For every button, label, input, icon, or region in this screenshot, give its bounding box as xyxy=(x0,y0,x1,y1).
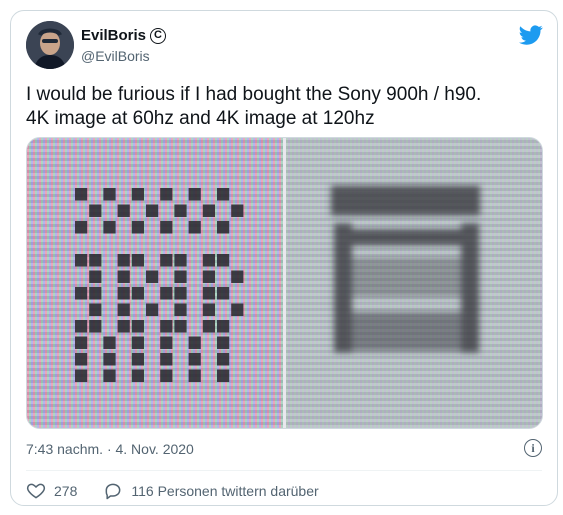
pattern-cell xyxy=(89,254,102,267)
60hz-pixel-pattern xyxy=(75,188,244,382)
pattern-cell xyxy=(160,254,173,267)
pattern-cell xyxy=(231,303,244,316)
pattern-cell xyxy=(231,204,244,217)
pattern-cell xyxy=(75,221,88,234)
pattern-cell xyxy=(160,287,173,300)
pattern-cell xyxy=(131,254,144,267)
pattern-cell xyxy=(217,254,230,267)
pattern-cell xyxy=(202,320,215,333)
pattern-cell xyxy=(217,287,230,300)
pattern-cell xyxy=(103,336,116,349)
tweet-text: I would be furious if I had bought the S… xyxy=(26,83,546,131)
info-icon[interactable]: i xyxy=(524,439,542,457)
pattern-cell xyxy=(146,270,159,283)
pattern-cell xyxy=(188,336,201,349)
twitter-bird-icon[interactable] xyxy=(519,23,543,47)
pattern-cell xyxy=(174,287,187,300)
pattern-cell xyxy=(75,353,88,366)
pattern-cell xyxy=(75,336,88,349)
copyright-icon: C xyxy=(150,27,167,44)
pattern-cell xyxy=(217,336,230,349)
avatar-image xyxy=(26,21,74,69)
pattern-cell xyxy=(160,353,173,366)
divider xyxy=(26,470,542,471)
like-button[interactable]: 278 xyxy=(26,481,77,501)
pattern-cell xyxy=(146,204,159,217)
tweet-timestamp[interactable]: 7:43 nachm. · 4. Nov. 2020 xyxy=(26,441,194,457)
pattern-cell xyxy=(160,369,173,382)
pattern-cell xyxy=(103,369,116,382)
pattern-cell xyxy=(174,320,187,333)
pattern-cell xyxy=(131,287,144,300)
pattern-cell xyxy=(217,369,230,382)
pattern-cell xyxy=(146,303,159,316)
pattern-cell xyxy=(117,270,130,283)
tweet-text-line: I would be furious if I had bought the S… xyxy=(26,84,482,105)
pattern-cell xyxy=(131,221,144,234)
pattern-cell xyxy=(117,303,130,316)
pattern-cell xyxy=(202,270,215,283)
pattern-cell xyxy=(160,188,173,201)
pattern-cell xyxy=(217,320,230,333)
heart-icon xyxy=(26,483,46,499)
pattern-cell xyxy=(117,320,130,333)
pattern-cell xyxy=(217,353,230,366)
pattern-cell xyxy=(188,188,201,201)
pattern-cell xyxy=(89,320,102,333)
pattern-cell xyxy=(188,353,201,366)
pattern-cell xyxy=(89,204,102,217)
pattern-cell xyxy=(131,353,144,366)
pattern-cell xyxy=(117,204,130,217)
pattern-cell xyxy=(202,303,215,316)
pattern-cell xyxy=(188,369,201,382)
pattern-cell xyxy=(117,287,130,300)
pattern-cell xyxy=(75,254,88,267)
pattern-cell xyxy=(202,287,215,300)
pattern-cell xyxy=(75,369,88,382)
author-name[interactable]: EvilBoris xyxy=(81,27,146,44)
retweet-count-label: 116 Personen twittern darüber xyxy=(131,483,319,499)
pattern-cell xyxy=(174,270,187,283)
pattern-cell xyxy=(160,221,173,234)
media-60hz-photo xyxy=(27,138,283,428)
pattern-cell xyxy=(174,254,187,267)
pattern-cell xyxy=(202,204,215,217)
pattern-cell xyxy=(103,188,116,201)
pattern-cell xyxy=(117,254,130,267)
pattern-cell xyxy=(75,188,88,201)
tweet-actions: 278 116 Personen twittern darüber xyxy=(26,481,345,501)
pattern-cell xyxy=(131,320,144,333)
pattern-cell xyxy=(160,320,173,333)
pattern-cell xyxy=(131,188,144,201)
pattern-cell xyxy=(131,369,144,382)
tweet-card[interactable]: EvilBoris C @EvilBoris I would be furiou… xyxy=(10,10,558,506)
comment-icon xyxy=(105,483,121,500)
author-handle[interactable]: @EvilBoris xyxy=(81,48,150,64)
pattern-cell xyxy=(217,188,230,201)
pattern-cell xyxy=(103,221,116,234)
pattern-cell xyxy=(131,336,144,349)
pattern-cell xyxy=(160,336,173,349)
pattern-cell xyxy=(174,204,187,217)
like-count: 278 xyxy=(54,483,78,499)
avatar[interactable] xyxy=(26,21,74,69)
tweet-media[interactable] xyxy=(26,137,543,429)
media-120hz-photo xyxy=(286,138,542,428)
pattern-cell xyxy=(231,270,244,283)
pattern-cell xyxy=(75,287,88,300)
pattern-cell xyxy=(75,320,88,333)
120hz-blurred-pattern xyxy=(331,185,481,353)
pattern-cell xyxy=(103,353,116,366)
pattern-cell xyxy=(217,221,230,234)
retweet-info-button[interactable]: 116 Personen twittern darüber xyxy=(103,481,319,501)
pattern-cell xyxy=(174,303,187,316)
tweet-text-line: 4K image at 60hz and 4K image at 120hz xyxy=(26,108,375,129)
pattern-cell xyxy=(89,270,102,283)
pattern-cell xyxy=(202,254,215,267)
pattern-cell xyxy=(188,221,201,234)
pattern-cell xyxy=(89,303,102,316)
pattern-cell xyxy=(89,287,102,300)
